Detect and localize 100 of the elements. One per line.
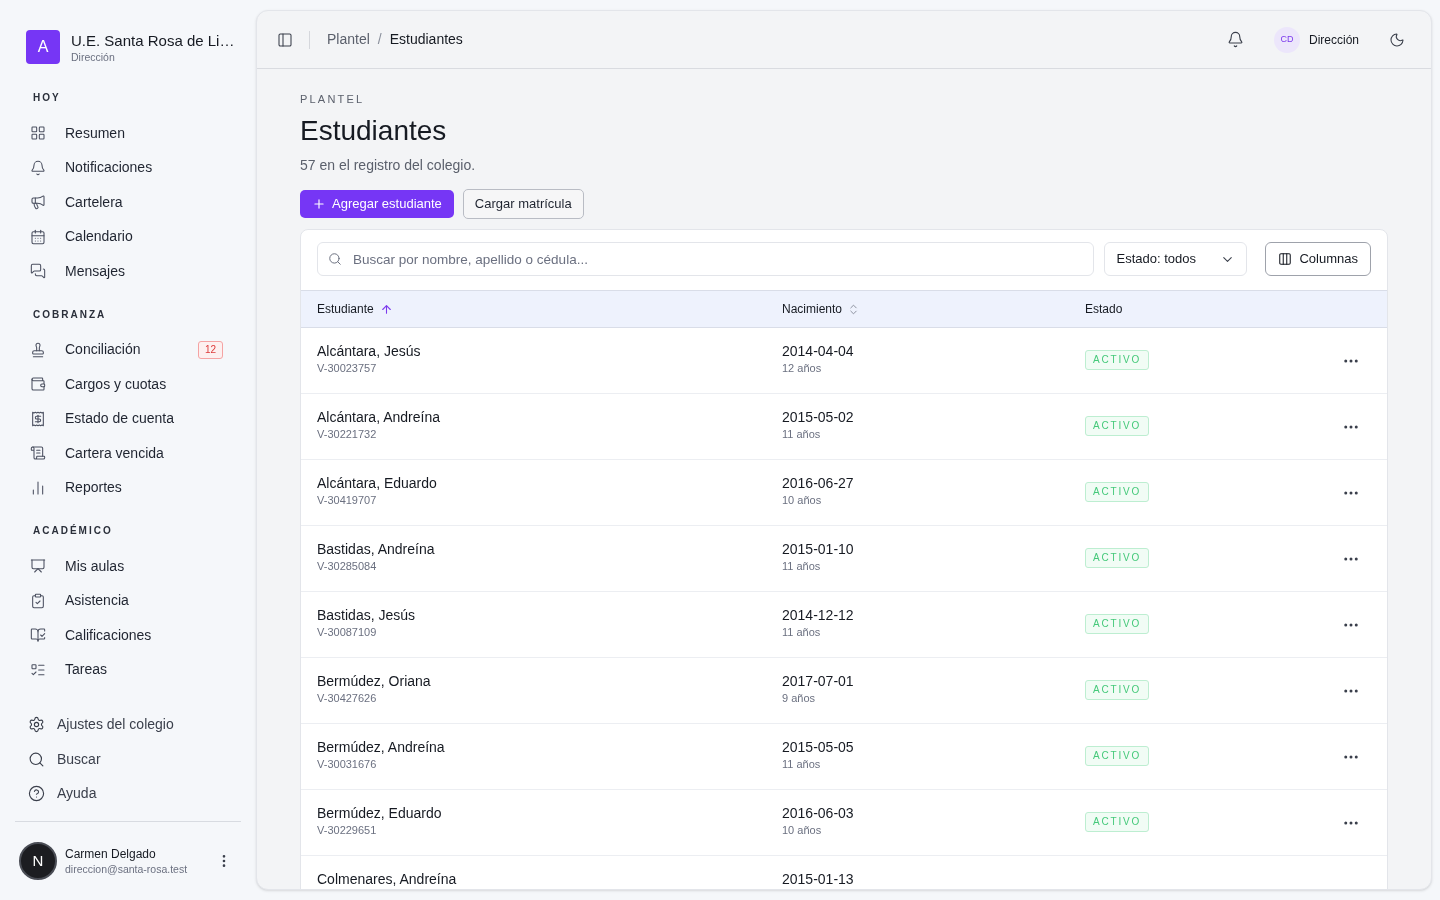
student-name[interactable]: Bastidas, Jesús	[317, 606, 782, 624]
sidebar-toggle-icon[interactable]	[277, 31, 293, 48]
student-id: V-30229651	[317, 823, 378, 837]
breadcrumb-link[interactable]: Plantel	[327, 29, 370, 50]
nav-item[interactable]: Resumen	[27, 116, 229, 151]
column-header[interactable]: Estudiante	[317, 300, 374, 318]
status-badge: ACTIVO	[1085, 680, 1150, 700]
nav-item[interactable]: Calendario	[27, 219, 229, 254]
clipboard-check-icon	[30, 592, 46, 609]
student-age: 12 años	[782, 361, 823, 375]
wallet-icon	[30, 376, 46, 393]
student-id: V-30419707	[317, 493, 378, 507]
student-name[interactable]: Alcántara, Jesús	[317, 342, 782, 360]
student-name[interactable]: Colmenares, Andreína	[317, 870, 782, 888]
birth-date: 2016-06-03	[782, 804, 855, 822]
status-badge: ACTIVO	[1085, 548, 1150, 568]
nav-item[interactable]: Conciliación 12	[27, 332, 229, 367]
page-title: Estudiantes	[300, 114, 448, 148]
student-id: V-30221732	[317, 427, 378, 441]
nav-item[interactable]: Cartelera	[27, 185, 229, 220]
student-id: V-30087109	[317, 625, 378, 639]
nav-item[interactable]: Asistencia	[27, 583, 229, 618]
student-id: V-30427626	[317, 691, 378, 705]
student-age: 11 años	[782, 625, 822, 639]
birth-date: 2014-04-04	[782, 342, 855, 360]
student-age: 11 años	[782, 427, 822, 441]
nav-item[interactable]: Ajustes del colegio	[20, 707, 236, 742]
student-name[interactable]: Bastidas, Andreína	[317, 540, 782, 558]
school-name: U.E. Santa Rosa de Li…	[71, 30, 235, 50]
status-badge: ACTIVO	[1085, 350, 1150, 370]
status-badge: ACTIVO	[1085, 482, 1150, 502]
section-label: COBRANZA	[32, 307, 108, 322]
user-avatar[interactable]: CD	[1274, 26, 1300, 53]
chat-bubbles-icon	[30, 263, 46, 280]
nav-item[interactable]: Tareas	[27, 652, 229, 687]
status-badge: ACTIVO	[1085, 746, 1150, 766]
birth-date: 2014-12-12	[782, 606, 855, 624]
birth-date: 2015-01-13	[782, 870, 855, 888]
columns-button[interactable]: Columnas	[1265, 242, 1371, 276]
nav-item[interactable]: Ayuda	[20, 776, 236, 811]
bell-icon	[30, 159, 46, 176]
status-badge: ACTIVO	[1085, 614, 1150, 634]
status-badge: ACTIVO	[1085, 416, 1150, 436]
section-label: HOY	[32, 91, 62, 105]
help-icon	[28, 785, 45, 803]
breadcrumb-separator: /	[377, 30, 382, 49]
scroll-icon	[30, 445, 46, 462]
column-header[interactable]: Nacimiento	[782, 300, 843, 318]
plus-icon	[312, 197, 326, 211]
birth-date: 2015-01-10	[782, 540, 855, 558]
page-eyebrow: PLANTEL	[300, 92, 366, 107]
search-field[interactable]: Buscar por nombre, apellido o cédula...	[317, 242, 1095, 276]
student-name[interactable]: Alcántara, Eduardo	[317, 474, 782, 492]
student-age: 10 años	[782, 823, 823, 837]
student-id: V-30031676	[317, 757, 378, 771]
student-age: 11 años	[782, 559, 822, 573]
calendar-icon	[30, 228, 46, 245]
nav-item[interactable]: Cargos y cuotas	[27, 367, 229, 402]
user-avatar[interactable]: N	[19, 842, 57, 880]
nav-item[interactable]: Cartera vencida	[27, 436, 229, 471]
nav-item[interactable]: Notificaciones	[27, 150, 229, 185]
book-check-icon	[30, 627, 46, 644]
student-id: V-30023757	[317, 361, 378, 375]
school-logo: A	[26, 30, 60, 64]
presentation-board-icon	[30, 558, 46, 575]
megaphone-icon	[30, 194, 46, 211]
birth-date: 2017-07-01	[782, 672, 855, 690]
notifications-icon[interactable]	[1227, 31, 1244, 48]
settings-icon	[28, 716, 45, 734]
nav-item[interactable]: Mensajes	[27, 254, 229, 289]
moon-icon[interactable]	[1389, 31, 1405, 48]
status-filter-select[interactable]: Estado: todos	[1104, 242, 1248, 276]
student-name[interactable]: Bermúdez, Oriana	[317, 672, 782, 690]
receipt-icon	[30, 410, 46, 427]
nav-item[interactable]: Estado de cuenta	[27, 401, 229, 436]
birth-date: 2015-05-02	[782, 408, 855, 426]
student-name[interactable]: Bermúdez, Eduardo	[317, 804, 782, 822]
nav-item[interactable]: Calificaciones	[27, 618, 229, 653]
student-age: 11 años	[782, 757, 822, 771]
nav-item[interactable]: Buscar	[20, 742, 236, 777]
user-email: direccion@santa-rosa.test	[65, 861, 189, 876]
section-label: ACADÉMICO	[32, 523, 114, 538]
student-age: 9 años	[782, 691, 817, 705]
count-badge: 12	[197, 340, 223, 359]
breadcrumb-current: Estudiantes	[389, 30, 463, 49]
student-name[interactable]: Bermúdez, Andreína	[317, 738, 782, 756]
nav-item[interactable]: Reportes	[27, 470, 229, 505]
search-icon	[28, 750, 45, 768]
sort-ascending-icon[interactable]	[379, 302, 393, 316]
page-subtitle: 57 en el registro del colegio.	[300, 156, 477, 175]
status-badge: ACTIVO	[1085, 812, 1150, 832]
student-id: V-30285084	[317, 559, 378, 573]
nav-item[interactable]: Mis aulas	[27, 549, 229, 584]
student-name[interactable]: Alcántara, Andreína	[317, 408, 782, 426]
columns-icon	[1278, 252, 1293, 266]
upload-button[interactable]: Cargar matrícula	[462, 189, 584, 219]
column-header[interactable]: Estado	[1085, 300, 1123, 318]
school-role: Dirección	[71, 49, 116, 64]
add-student-button[interactable]: Agregar estudiante	[300, 190, 454, 218]
grid-icon	[30, 125, 46, 142]
